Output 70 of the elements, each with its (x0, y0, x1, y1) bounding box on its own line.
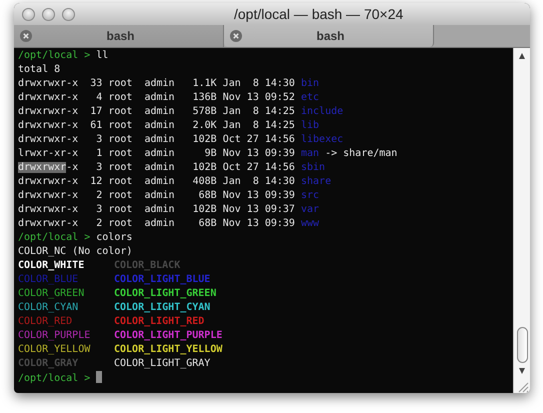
command: ll (95, 50, 108, 61)
file-details: 3 root admin 102B Nov 13 09:37 (95, 204, 295, 215)
file-name: include (301, 106, 344, 117)
file-name: www (301, 218, 320, 229)
file-details: 3 root admin 102B Oct 27 14:56 (95, 134, 295, 145)
file-details: 2 root admin 68B Nov 13 09:39 (95, 190, 295, 201)
zoom-button[interactable] (62, 8, 75, 20)
color-name: COLOR_GREEN (18, 287, 86, 301)
scroll-up-arrow-icon[interactable] (517, 51, 527, 61)
color-name: COLOR_BLUE (18, 273, 80, 287)
output-text: COLOR_NC (No color) (18, 246, 132, 257)
color-name: COLOR_GRAY (18, 357, 80, 371)
tab[interactable]: bash (14, 25, 224, 47)
permissions: drwxrwxr-x (18, 204, 78, 215)
minimize-button[interactable] (42, 8, 55, 20)
file-details: 61 root admin 2.0K Jan 8 14:25 (89, 120, 295, 131)
permissions: -x (66, 162, 78, 173)
prompt: /opt/local > (18, 373, 90, 384)
permissions: drwxrwxr-x (18, 218, 78, 229)
output-text: total 8 (18, 64, 60, 75)
file-details: 1 root admin 9B Nov 13 09:39 (95, 148, 295, 159)
color-name: COLOR_RED (18, 315, 74, 329)
permissions: drwxrwxr-x (18, 92, 78, 103)
file-name: share (301, 176, 332, 187)
file-name: sbin (301, 162, 326, 173)
permissions: drwxrwxr-x (18, 176, 78, 187)
scroll-bar[interactable] (513, 48, 530, 393)
file-details: 17 root admin 578B Jan 8 14:25 (89, 106, 295, 117)
color-name: COLOR_PURPLE (18, 329, 92, 343)
file-name: etc (301, 92, 320, 103)
file-details: 3 root admin 102B Oct 27 14:56 (95, 162, 295, 173)
permissions: lrwxr-xr-x (18, 148, 78, 159)
file-name: var (301, 204, 320, 215)
close-button[interactable] (22, 8, 35, 20)
file-name: man (301, 148, 320, 159)
file-details: 12 root admin 408B Jan 8 14:30 (89, 176, 295, 187)
file-details: 2 root admin 68B Nov 13 09:39 (95, 218, 295, 229)
close-icon[interactable] (230, 30, 242, 42)
color-name: COLOR_LIGHT_YELLOW (114, 344, 222, 355)
file-details: 4 root admin 136B Nov 13 09:52 (95, 92, 295, 103)
tab[interactable]: bash (224, 25, 434, 47)
window-title: /opt/local — bash — 70×24 (234, 6, 404, 22)
color-name: COLOR_LIGHT_GREEN (114, 288, 216, 299)
color-name: COLOR_LIGHT_RED (114, 316, 204, 327)
prompt: /opt/local > (18, 232, 90, 243)
close-icon[interactable] (20, 30, 32, 42)
permissions: drwxrwxr-x (18, 190, 78, 201)
permissions: drwxrwxr-x (18, 78, 78, 89)
color-name: COLOR_LIGHT_CYAN (114, 302, 210, 313)
color-name: COLOR_YELLOW (18, 343, 92, 357)
color-name: COLOR_BLACK (114, 260, 180, 271)
color-name: COLOR_WHITE (18, 259, 86, 273)
file-name: src (301, 190, 320, 201)
selected-text: drwxrwxr (18, 162, 66, 173)
file-details: 33 root admin 1.1K Jan 8 14:30 (89, 78, 295, 89)
permissions: drwxrwxr-x (18, 106, 78, 117)
link-target: -> share/man (324, 148, 398, 159)
scroll-down-arrow-icon[interactable] (517, 366, 527, 376)
permissions: drwxrwxr-x (18, 120, 78, 131)
color-name: COLOR_LIGHT_GRAY (114, 358, 210, 369)
command: colors (95, 232, 132, 243)
color-name: COLOR_LIGHT_BLUE (114, 274, 210, 285)
scroll-thumb[interactable] (516, 327, 528, 363)
prompt: /opt/local > (18, 50, 90, 61)
file-name: lib (301, 120, 320, 131)
color-name: COLOR_CYAN (18, 301, 80, 315)
file-name: libexec (301, 134, 344, 145)
color-name: COLOR_LIGHT_PURPLE (114, 330, 222, 341)
permissions: drwxrwxr-x (18, 134, 78, 145)
file-name: bin (301, 78, 320, 89)
